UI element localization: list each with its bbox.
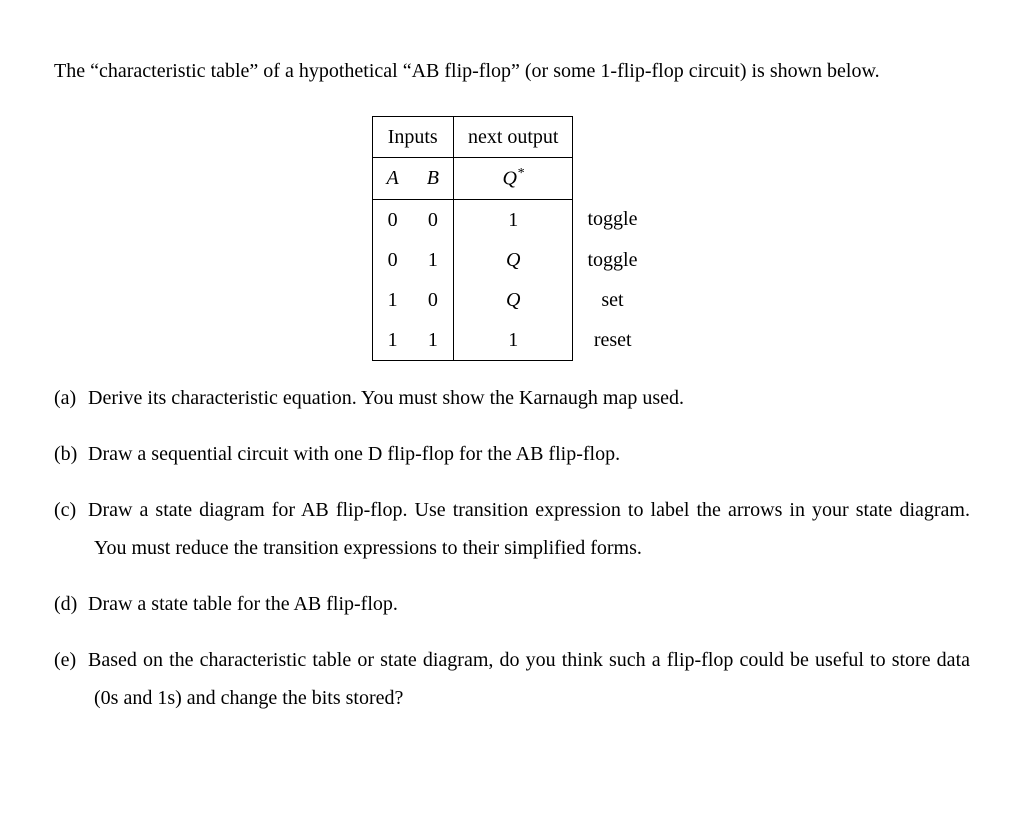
characteristic-table-container: Inputs next output A B Q* 0 0 1 toggle 0… [54,116,970,361]
cell-note: toggle [573,240,652,280]
header-inputs: Inputs [372,117,453,158]
table-row: 0 0 1 toggle [372,199,652,240]
cell-b: 1 [413,320,454,361]
cell-q: 1 [453,199,573,240]
cell-note: set [573,280,652,320]
question-a: (a)Derive its characteristic equation. Y… [54,379,970,417]
cell-b: 0 [413,199,454,240]
question-c: (c)Draw a state diagram for AB flip-flop… [54,491,970,567]
characteristic-table: Inputs next output A B Q* 0 0 1 toggle 0… [372,116,653,361]
cell-q: Q [453,280,573,320]
cell-b: 1 [413,240,454,280]
cell-a: 0 [372,240,413,280]
question-list: (a)Derive its characteristic equation. Y… [54,379,970,717]
question-text: Derive its characteristic equation. You … [88,387,684,409]
cell-note: reset [573,320,652,361]
subheader-qstar: Q* [453,158,573,200]
question-text: Based on the characteristic table or sta… [88,649,970,709]
question-text: Draw a state diagram for AB flip-flop. U… [88,499,970,559]
subheader-a: A [372,158,413,200]
header-note-blank [573,117,652,158]
table-row: 1 1 1 reset [372,320,652,361]
table-row: 0 1 Q toggle [372,240,652,280]
cell-a: 0 [372,199,413,240]
subheader-b: B [413,158,454,200]
header-next-output: next output [453,117,573,158]
question-label: (d) [54,585,88,623]
question-e: (e)Based on the characteristic table or … [54,641,970,717]
question-label: (b) [54,435,88,473]
cell-a: 1 [372,320,413,361]
intro-paragraph: The “characteristic table” of a hypothet… [54,52,970,90]
question-label: (a) [54,379,88,417]
subheader-note-blank [573,158,652,200]
question-label: (c) [54,491,88,529]
cell-a: 1 [372,280,413,320]
table-row: 1 0 Q set [372,280,652,320]
question-label: (e) [54,641,88,679]
cell-b: 0 [413,280,454,320]
cell-q: Q [453,240,573,280]
cell-note: toggle [573,199,652,240]
question-text: Draw a sequential circuit with one D fli… [88,443,620,465]
question-d: (d)Draw a state table for the AB flip-fl… [54,585,970,623]
cell-q: 1 [453,320,573,361]
question-text: Draw a state table for the AB flip-flop. [88,593,398,615]
question-b: (b)Draw a sequential circuit with one D … [54,435,970,473]
